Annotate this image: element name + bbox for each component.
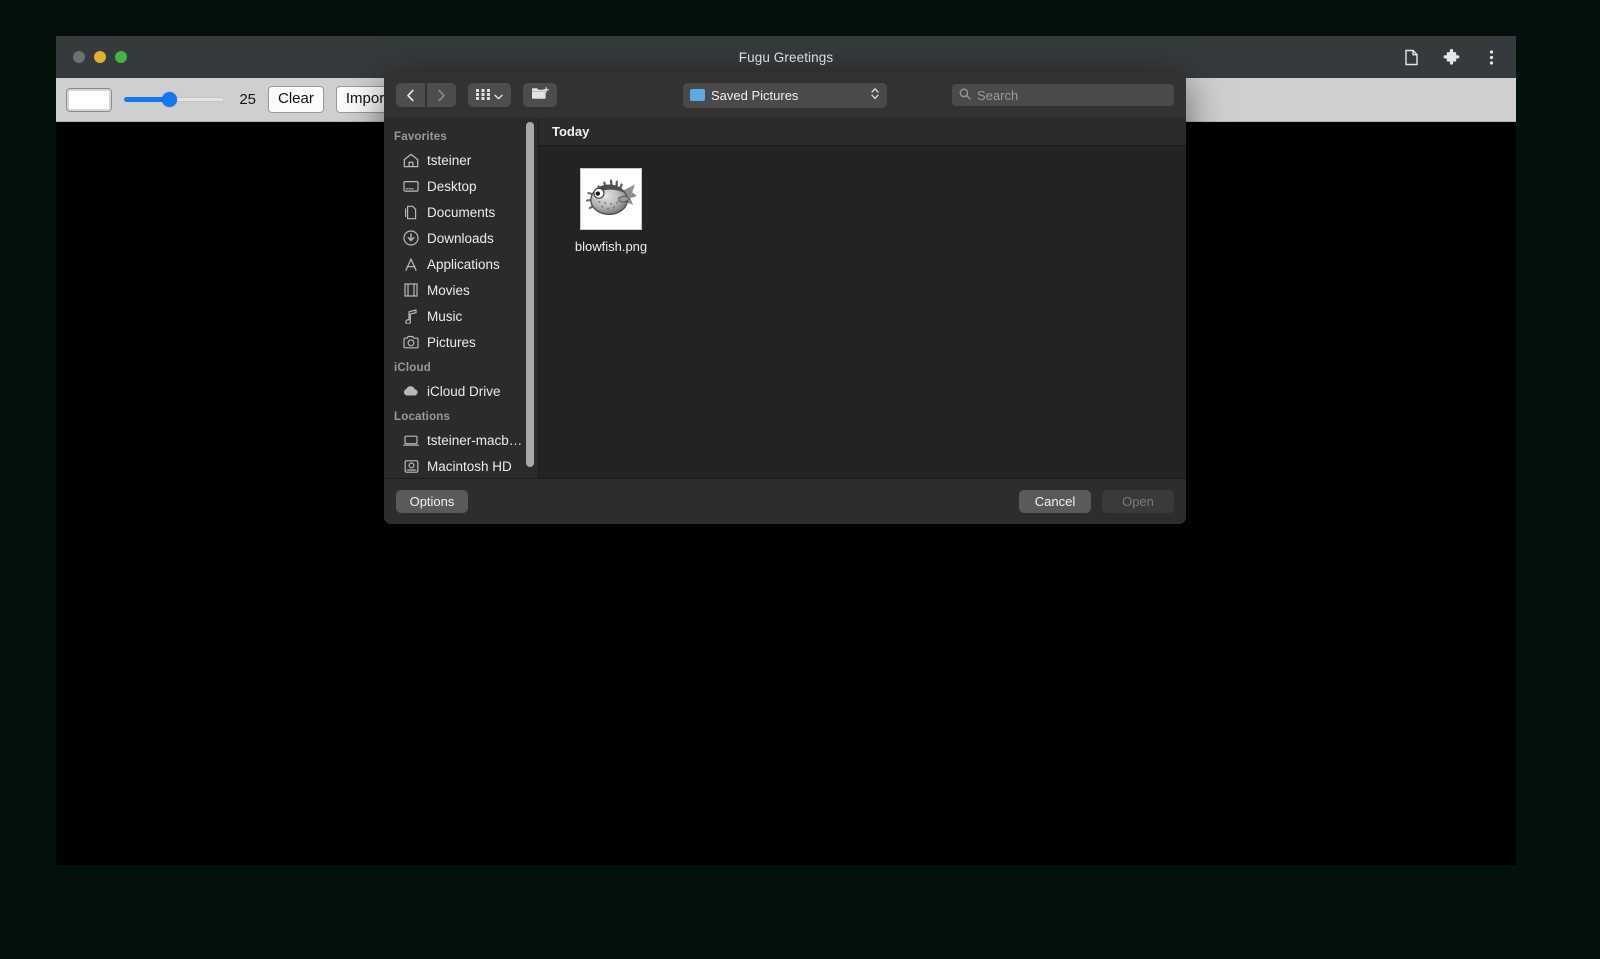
zoom-window-button[interactable]: [115, 51, 127, 63]
page-title: Fugu Greetings: [738, 49, 834, 65]
sidebar-item-label: tsteiner-macb…: [427, 432, 523, 448]
dialog-body: Favorites tsteiner Desktop Documents Dow…: [384, 118, 1186, 478]
sidebar-item-label: tsteiner: [427, 152, 472, 168]
search-input[interactable]: [977, 87, 1167, 103]
new-folder-button[interactable]: [523, 83, 557, 107]
sidebar-item-label: Documents: [427, 204, 496, 220]
options-button[interactable]: Options: [396, 490, 468, 513]
sidebar-item-movies[interactable]: Movies: [384, 277, 538, 303]
color-picker-swatch[interactable]: [66, 87, 112, 112]
current-folder-label: Saved Pictures: [711, 87, 799, 103]
clear-button[interactable]: Clear: [268, 85, 324, 114]
documents-icon: [403, 204, 419, 220]
view-mode-button[interactable]: [468, 83, 511, 107]
file-name-label: blowfish.png: [574, 239, 648, 254]
downloads-icon: [403, 230, 419, 246]
harddisk-icon: [403, 458, 419, 474]
sidebar-item-label: iCloud Drive: [427, 383, 501, 399]
dialog-toolbar: Saved Pictures: [384, 72, 1186, 118]
page-icon[interactable]: [1400, 46, 1422, 68]
traffic-light-buttons: [73, 51, 127, 63]
sidebar-item-pictures[interactable]: Pictures: [384, 329, 538, 355]
applications-icon: [403, 256, 419, 272]
sidebar-item-label: Macintosh HD: [427, 458, 512, 474]
cloud-icon: [403, 383, 419, 399]
slider-thumb[interactable]: [162, 92, 177, 107]
sidebar-item-icloud-drive[interactable]: iCloud Drive: [384, 378, 538, 404]
home-icon: [403, 152, 419, 168]
sidebar-section-favorites-header: Favorites: [394, 131, 447, 143]
sidebar-item-macintosh-hd[interactable]: Macintosh HD: [384, 453, 538, 478]
search-field[interactable]: [952, 84, 1174, 106]
sidebar-section-icloud-header: iCloud: [394, 362, 431, 374]
sidebar-item-music[interactable]: Music: [384, 303, 538, 329]
cancel-button[interactable]: Cancel: [1019, 490, 1091, 513]
extensions-icon[interactable]: [1440, 46, 1462, 68]
stepper-icon: [870, 86, 880, 104]
open-button[interactable]: Open: [1102, 490, 1174, 513]
sidebar-item-label: Music: [427, 308, 463, 324]
minimize-window-button[interactable]: [94, 51, 106, 63]
back-button[interactable]: [396, 83, 425, 107]
desktop-background: Fugu Greetings 25 Clear Import Saved Pic…: [0, 0, 1600, 959]
new-folder-icon: [531, 86, 549, 104]
sidebar-item-label: Desktop: [427, 178, 477, 194]
sidebar-item-downloads[interactable]: Downloads: [384, 225, 538, 251]
file-open-dialog: Saved Pictures Search Favorites tsteiner…: [384, 72, 1186, 524]
sidebar-item-label: Pictures: [427, 334, 476, 350]
grid-view-icon: [476, 88, 490, 103]
music-icon: [403, 308, 419, 324]
file-group-header: Today: [539, 118, 1186, 146]
more-menu-icon[interactable]: [1480, 46, 1502, 68]
sidebar-scrollbar[interactable]: [526, 122, 534, 467]
sidebar-item-documents[interactable]: Documents: [384, 199, 538, 225]
sidebar-item-desktop[interactable]: Desktop: [384, 173, 538, 199]
sidebar-item-tsteiner-macbook[interactable]: tsteiner-macb…: [384, 427, 538, 453]
dialog-footer: Options Cancel Open: [384, 478, 1186, 524]
list-item[interactable]: blowfish.png: [563, 168, 659, 254]
laptop-icon: [403, 432, 419, 448]
movies-icon: [403, 282, 419, 298]
desktop-icon: [403, 178, 419, 194]
chevron-down-icon: [494, 88, 503, 103]
forward-button[interactable]: [427, 83, 456, 107]
search-icon: [959, 88, 971, 103]
navigation-buttons: [396, 83, 456, 107]
file-list-pane: Today blowfish.png: [539, 118, 1186, 478]
location-popup-button[interactable]: Saved Pictures: [683, 82, 887, 108]
slider-value-label: 25: [239, 91, 256, 108]
blowfish-thumbnail: [580, 168, 642, 230]
close-window-button[interactable]: [73, 51, 85, 63]
sidebar-item-label: Movies: [427, 282, 470, 298]
pictures-icon: [403, 334, 419, 350]
titlebar-actions: [1400, 46, 1502, 68]
sidebar-item-label: Applications: [427, 256, 500, 272]
sidebar-item-tsteiner[interactable]: tsteiner: [384, 147, 538, 173]
file-grid: blowfish.png: [539, 146, 1186, 478]
dialog-sidebar: Favorites tsteiner Desktop Documents Dow…: [384, 118, 539, 478]
sidebar-item-label: Downloads: [427, 230, 494, 246]
sidebar-item-applications[interactable]: Applications: [384, 251, 538, 277]
footer-actions: Cancel Open: [1019, 490, 1174, 513]
folder-icon: [690, 89, 705, 101]
line-width-slider[interactable]: [124, 90, 224, 110]
sidebar-section-locations-header: Locations: [394, 411, 451, 423]
